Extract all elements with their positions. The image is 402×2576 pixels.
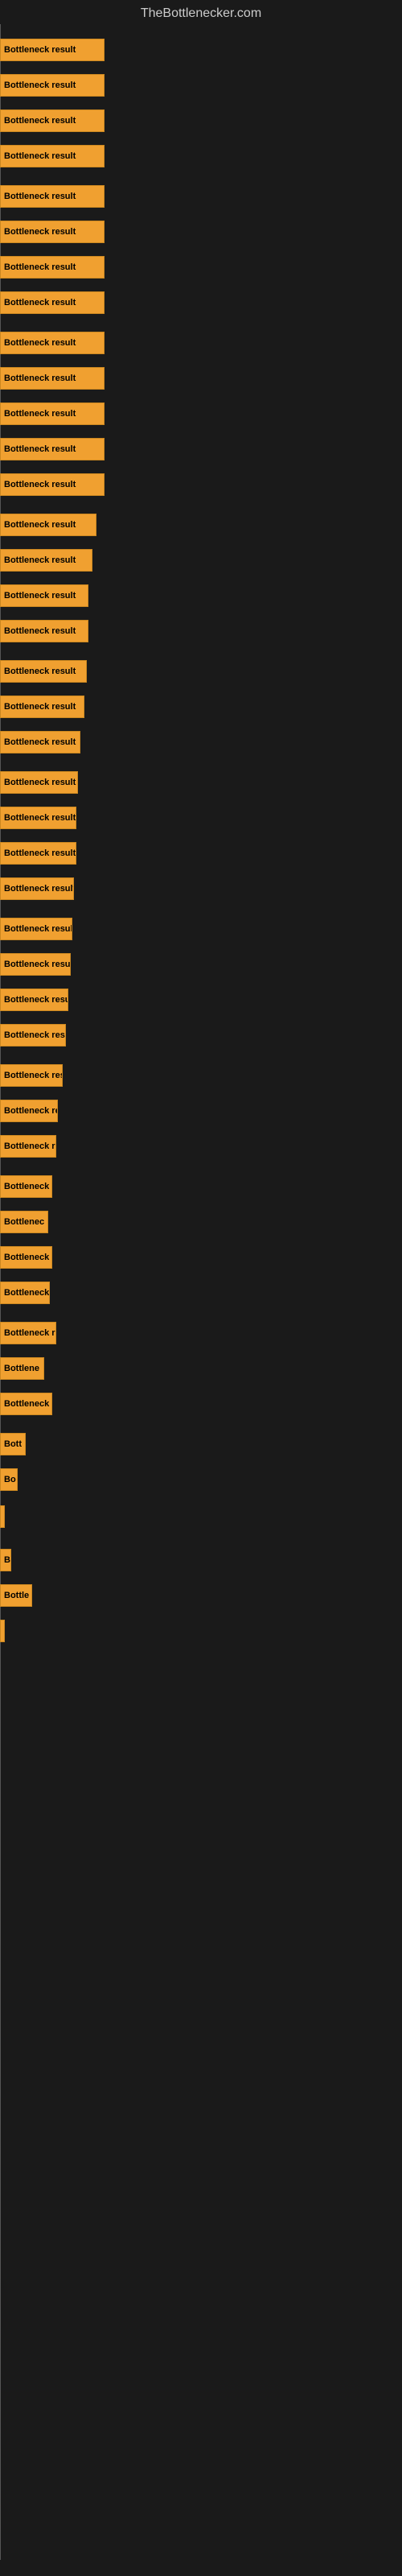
bar-label: Bottleneck result (4, 1141, 56, 1151)
bar-label: Bottleneck result (4, 626, 76, 636)
bar-item: Bottleneck result (0, 74, 105, 97)
bar-item: Bottleneck result (0, 473, 105, 496)
bar-label: Bottleneck result (4, 262, 76, 272)
bar-label: Bottleneck result (4, 116, 76, 126)
bar-label: Bottlenec (4, 1217, 44, 1227)
bar-label: Bottleneck result (4, 80, 76, 90)
bar-item: Bottleneck result (0, 771, 78, 794)
bar-label: Bottleneck result (4, 960, 71, 969)
bar-label: B (4, 1555, 10, 1565)
bar-label: Bottleneck re (4, 1106, 58, 1116)
site-title: TheBottlenecker.com (0, 0, 402, 24)
bar-item: Bottleneck result (0, 918, 72, 940)
bar-label: Bottleneck result (4, 848, 76, 858)
bar-item: Bottleneck result (0, 620, 88, 642)
bar-label: Bo (4, 1475, 16, 1484)
bar-label: Bottleneck result (4, 298, 76, 308)
bar-item: Bottlene (0, 1357, 44, 1380)
bar-item: Bottleneck result (0, 807, 76, 829)
bar-item (0, 1505, 5, 1528)
bar-label: Bottleneck result (4, 444, 76, 454)
bar-label: Bottleneck result (4, 192, 76, 201)
bar-label: Bottleneck res (4, 1328, 56, 1338)
bar-item: Bottleneck (0, 1282, 50, 1304)
bar-item: Bottleneck result (0, 989, 68, 1011)
bar-item: Bottleneck result (0, 1135, 56, 1158)
bar-item: Bottleneck result (0, 731, 80, 753)
bar-item: Bottleneck result (0, 109, 105, 132)
bar-label: Bottleneck result (4, 1030, 66, 1040)
bar-label: Bottlene (4, 1364, 39, 1373)
bar-item: Bottlenec (0, 1211, 48, 1233)
bar-item: Bottleneck result (0, 877, 74, 900)
bar-label: Bottleneck result (4, 409, 76, 419)
bar-item: Bottleneck re (0, 1100, 58, 1122)
bar-item: Bottleneck result (0, 953, 71, 976)
bar-label: Bott (4, 1439, 22, 1449)
bar-label: Bottleneck r (4, 1182, 52, 1191)
bar-item: Bottleneck result (0, 584, 88, 607)
bar-item: Bottleneck result (0, 367, 105, 390)
bar-label: Bottleneck result (4, 555, 76, 565)
bar-label: Bottleneck result (4, 338, 76, 348)
bar-label: Bottleneck result (4, 995, 68, 1005)
bar-item: Bottleneck r (0, 1175, 52, 1198)
bar-item: Bottleneck result (0, 549, 92, 572)
bar-label: Bottleneck (4, 1288, 49, 1298)
bar-item: Bottleneck result (0, 438, 105, 460)
bar-item: Bottleneck res (0, 1322, 56, 1344)
bar-label: Bottleneck r (4, 1399, 52, 1409)
bar-item: Bottleneck result (0, 39, 105, 61)
chart-area: Bottleneck result Bottleneck result Bottle… (0, 24, 402, 2560)
bar-label: Bottleneck result (4, 1071, 63, 1080)
bar-item: Bottleneck result (0, 402, 105, 425)
bar-item: Bottleneck result (0, 842, 76, 865)
bar-item: Bottleneck r (0, 1246, 52, 1269)
bar-label: Bottleneck result (4, 813, 76, 823)
bar-item: B (0, 1549, 11, 1571)
bar-item: Bottle (0, 1584, 32, 1607)
bar-item (0, 1620, 5, 1642)
bar-label: Bottleneck result (4, 45, 76, 55)
bar-label: Bottle (4, 1591, 29, 1600)
bar-item: Bottleneck result (0, 185, 105, 208)
bar-label: Bottleneck result (4, 374, 76, 383)
bar-label: Bottleneck result (4, 520, 76, 530)
bar-label: Bottleneck result (4, 227, 76, 237)
bar-label: Bottleneck result (4, 737, 76, 747)
bar-label: Bottleneck result (4, 667, 76, 676)
bar-item: Bottleneck result (0, 221, 105, 243)
bar-label: Bottleneck result (4, 702, 76, 712)
bar-label: Bottleneck result (4, 884, 74, 894)
bar-item: Bottleneck result (0, 514, 96, 536)
bar-item: Bottleneck result (0, 256, 105, 279)
bar-item: Bottleneck result (0, 660, 87, 683)
bar-item: Bottleneck result (0, 1024, 66, 1046)
bar-label: Bottleneck result (4, 778, 76, 787)
bar-item: Bottleneck r (0, 1393, 52, 1415)
bar-label: Bottleneck result (4, 591, 76, 601)
bar-item: Bottleneck result (0, 332, 105, 354)
bar-label: Bottleneck r (4, 1253, 52, 1262)
bar-item: Bott (0, 1433, 26, 1455)
bar-item: Bo (0, 1468, 18, 1491)
bar-item: Bottleneck result (0, 291, 105, 314)
bar-item: Bottleneck result (0, 145, 105, 167)
bar-label: Bottleneck result (4, 924, 72, 934)
bar-label: Bottleneck result (4, 151, 76, 161)
bar-item: Bottleneck result (0, 696, 84, 718)
bar-label: Bottleneck result (4, 480, 76, 489)
bar-item: Bottleneck result (0, 1064, 63, 1087)
